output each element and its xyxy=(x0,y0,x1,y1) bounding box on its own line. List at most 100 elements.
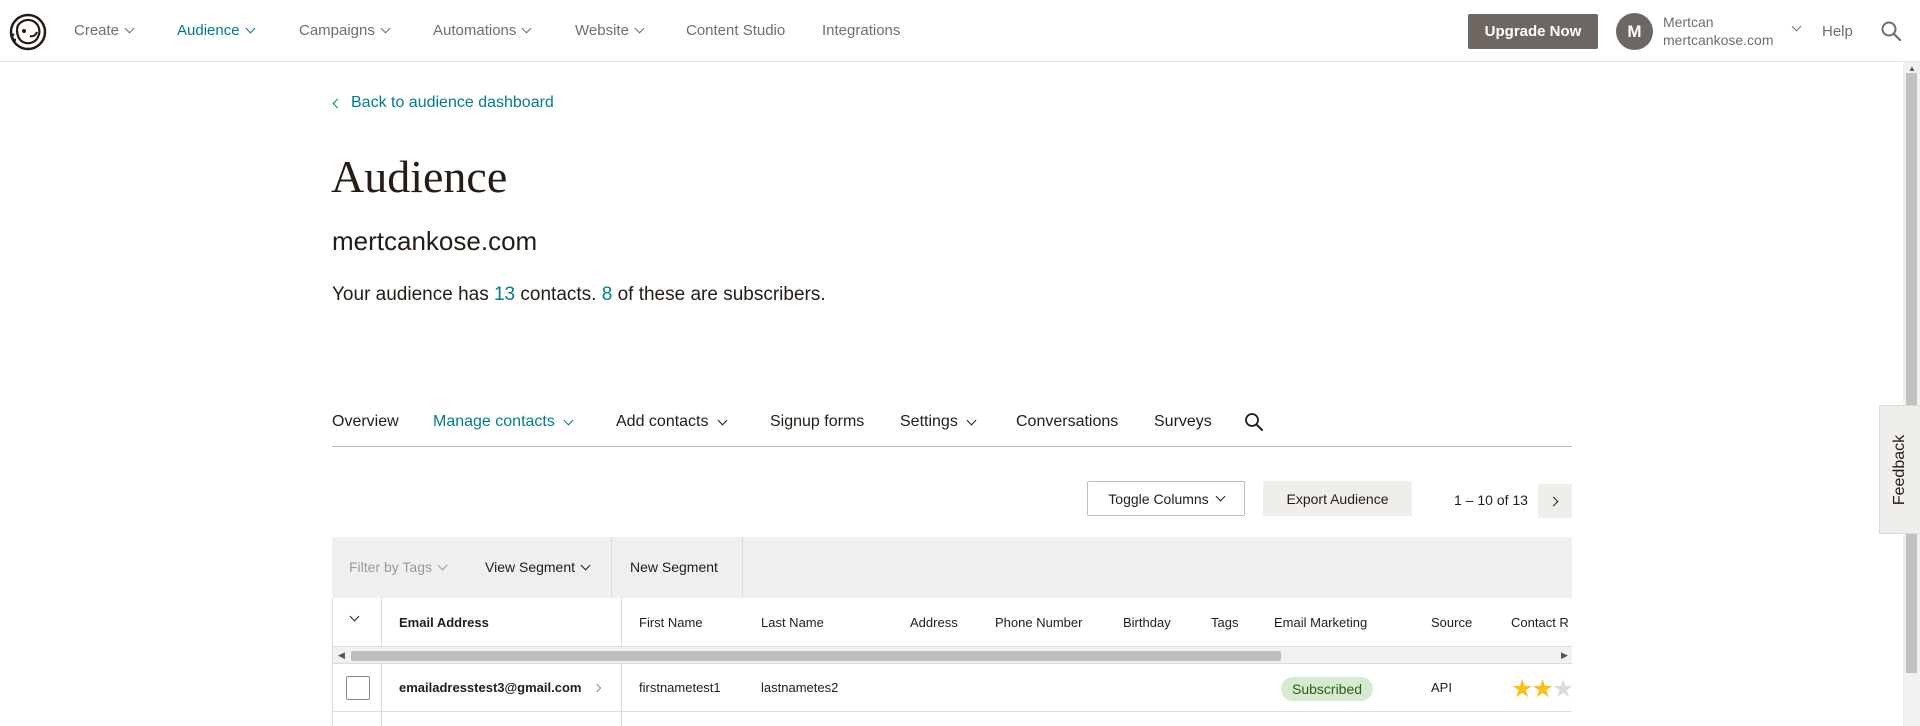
summary-middle: contacts. xyxy=(515,284,602,305)
help-link[interactable]: Help xyxy=(1822,23,1853,40)
nav-automations-label: Automations xyxy=(433,22,517,39)
column-contact-rating[interactable]: Contact R xyxy=(1511,615,1569,630)
tab-settings[interactable]: Settings xyxy=(900,413,977,431)
view-segment-dropdown[interactable]: View Segment xyxy=(485,559,591,575)
export-audience-button[interactable]: Export Audience xyxy=(1263,481,1412,516)
divider xyxy=(381,664,382,726)
tab-surveys[interactable]: Surveys xyxy=(1154,413,1212,431)
page-title: Audience xyxy=(331,151,508,202)
tab-add-contacts[interactable]: Add contacts xyxy=(616,413,727,431)
filter-by-tags-label: Filter by Tags xyxy=(349,559,432,575)
nav-content-studio[interactable]: Content Studio xyxy=(686,22,785,39)
contact-rating-stars: ★★★★★ xyxy=(1511,674,1572,704)
horizontal-scrollbar[interactable]: ◀ ▶ xyxy=(333,647,1572,664)
horizontal-scrollbar-thumb[interactable] xyxy=(351,651,1281,661)
nav-website[interactable]: Website xyxy=(575,22,645,39)
nav-campaigns[interactable]: Campaigns xyxy=(299,22,391,39)
divider xyxy=(742,537,743,598)
segment-filter-bar: Filter by Tags View Segment New Segment xyxy=(332,537,1572,598)
table-header: Email Address First Name Last Name Addre… xyxy=(333,598,1572,647)
nav-automations[interactable]: Automations xyxy=(433,22,532,39)
chevron-down-icon xyxy=(124,23,135,34)
toggle-columns-label: Toggle Columns xyxy=(1108,490,1209,507)
vertical-scrollbar-thumb[interactable] xyxy=(1906,73,1917,673)
column-tags[interactable]: Tags xyxy=(1211,615,1238,630)
chevron-right-icon[interactable] xyxy=(592,683,602,693)
cell-last-name: lastnametes2 xyxy=(761,680,839,695)
mailchimp-logo-icon[interactable] xyxy=(8,12,48,52)
search-icon[interactable] xyxy=(1243,411,1265,433)
nav-campaigns-label: Campaigns xyxy=(299,22,375,39)
pagination-range: 1 – 10 of 13 xyxy=(1454,492,1528,508)
contacts-table: Email Address First Name Last Name Addre… xyxy=(332,598,1572,726)
nav-content-studio-label: Content Studio xyxy=(686,22,786,39)
chevron-down-icon xyxy=(563,415,574,425)
feedback-label: Feedback xyxy=(1891,434,1908,505)
row-select-checkbox[interactable] xyxy=(346,676,370,700)
subscribers-count-link[interactable]: 8 xyxy=(602,284,613,305)
toggle-columns-button[interactable]: Toggle Columns xyxy=(1087,481,1245,516)
tab-signup-forms-label: Signup forms xyxy=(770,413,865,430)
back-to-dashboard-link[interactable]: Back to audience dashboard xyxy=(332,94,554,112)
audience-summary: Your audience has 13 contacts. 8 of thes… xyxy=(332,284,826,306)
tab-manage-contacts-label: Manage contacts xyxy=(433,413,555,430)
audience-tabs: Overview Manage contacts Add contacts Si… xyxy=(332,410,1572,447)
divider xyxy=(381,598,382,647)
cell-email[interactable]: emailadresstest3@gmail.com xyxy=(399,680,581,695)
column-email-address[interactable]: Email Address xyxy=(399,615,489,630)
search-icon[interactable] xyxy=(1880,20,1902,42)
cell-source: API xyxy=(1431,680,1452,695)
star-filled-icon[interactable]: ★ xyxy=(1531,675,1553,703)
new-segment-button[interactable]: New Segment xyxy=(630,559,718,575)
summary-prefix: Your audience has xyxy=(332,284,494,305)
column-email-marketing[interactable]: Email Marketing xyxy=(1274,615,1367,630)
chevron-down-icon xyxy=(380,23,391,34)
scroll-left-arrow-icon[interactable]: ◀ xyxy=(338,650,345,661)
tab-add-contacts-label: Add contacts xyxy=(616,413,709,430)
account-domain[interactable]: mertcankose.com xyxy=(1663,32,1773,48)
upgrade-now-button[interactable]: Upgrade Now xyxy=(1468,14,1598,49)
chevron-down-icon xyxy=(1215,491,1226,502)
account-name[interactable]: Mertcan xyxy=(1663,14,1714,30)
tab-manage-contacts[interactable]: Manage contacts xyxy=(433,413,574,431)
scroll-right-arrow-icon[interactable]: ▶ xyxy=(1561,650,1568,661)
page-vertical-scrollbar[interactable]: ▲ xyxy=(1903,62,1920,726)
column-last-name[interactable]: Last Name xyxy=(761,615,824,630)
filter-by-tags-dropdown[interactable]: Filter by Tags xyxy=(349,559,448,575)
avatar[interactable]: M xyxy=(1616,13,1653,50)
column-first-name[interactable]: First Name xyxy=(639,615,703,630)
column-birthday[interactable]: Birthday xyxy=(1123,615,1171,630)
chevron-down-icon xyxy=(437,560,448,570)
divider xyxy=(621,598,622,647)
table-row[interactable]: emailadresstest3@gmail.com firstnametest… xyxy=(333,664,1572,726)
column-source[interactable]: Source xyxy=(1431,615,1472,630)
contacts-count-link[interactable]: 13 xyxy=(494,284,515,305)
summary-suffix: of these are subscribers. xyxy=(612,284,826,305)
feedback-tab[interactable]: Feedback xyxy=(1879,405,1920,534)
nav-create-label: Create xyxy=(74,22,120,39)
tab-conversations-label: Conversations xyxy=(1016,413,1119,430)
next-page-button[interactable] xyxy=(1538,484,1572,518)
nav-audience[interactable]: Audience xyxy=(177,22,256,39)
tab-settings-label: Settings xyxy=(900,413,958,430)
chevron-down-icon xyxy=(634,23,645,34)
divider xyxy=(611,537,612,598)
audience-name: mertcankose.com xyxy=(332,226,538,256)
column-address[interactable]: Address xyxy=(910,615,958,630)
nav-integrations[interactable]: Integrations xyxy=(822,22,900,39)
view-segment-label: View Segment xyxy=(485,559,576,575)
tab-surveys-label: Surveys xyxy=(1154,413,1212,430)
chevron-right-icon xyxy=(1548,496,1559,506)
select-all-chevron-down-icon[interactable] xyxy=(349,611,360,622)
column-phone-number[interactable]: Phone Number xyxy=(995,615,1082,630)
tab-signup-forms[interactable]: Signup forms xyxy=(770,413,864,431)
nav-create[interactable]: Create xyxy=(74,22,135,39)
tab-overview[interactable]: Overview xyxy=(332,413,399,431)
tab-conversations[interactable]: Conversations xyxy=(1016,413,1118,431)
chevron-down-icon xyxy=(245,23,256,34)
star-filled-icon[interactable]: ★ xyxy=(1511,675,1533,703)
scroll-up-arrow-icon[interactable]: ▲ xyxy=(1908,64,1916,73)
status-badge: Subscribed xyxy=(1281,677,1374,701)
star-empty-icon[interactable]: ★ xyxy=(1552,675,1572,703)
account-chevron-down-icon[interactable] xyxy=(1791,21,1802,32)
